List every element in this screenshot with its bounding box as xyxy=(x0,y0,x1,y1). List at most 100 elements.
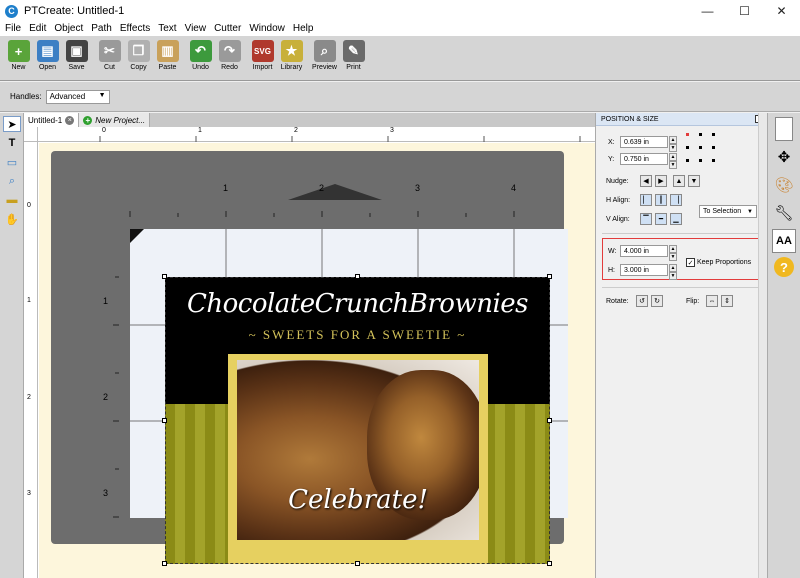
zoom-icon: ⌕ xyxy=(8,174,16,187)
text-icon: T xyxy=(8,137,16,149)
resize-handle[interactable] xyxy=(355,561,360,566)
vertical-ruler: 0 1 2 3 xyxy=(24,142,38,578)
mat-ruler-label: 4 xyxy=(511,183,517,193)
cut-button[interactable]: ✂ Cut xyxy=(95,36,124,78)
shape-icon: ▭ xyxy=(6,156,18,169)
menu-path[interactable]: Path xyxy=(87,23,116,35)
import-button[interactable]: SVG Import xyxy=(248,36,277,78)
menu-file[interactable]: File xyxy=(1,23,25,35)
tab-new-project[interactable]: + New Project... xyxy=(79,113,151,127)
width-stepper[interactable]: ▲ ▼ xyxy=(669,245,677,261)
print-icon: ✎ xyxy=(342,40,365,62)
nudge-right-button[interactable]: ▶ xyxy=(655,175,667,187)
options-bar: Handles: Advanced ▼ xyxy=(0,82,800,112)
paste-button[interactable]: ▥ Paste xyxy=(153,36,182,78)
align-center-v-button[interactable]: ━ xyxy=(655,213,667,225)
reference-point-grid[interactable] xyxy=(686,133,716,163)
wrench-icon[interactable]: 🔧︎ xyxy=(772,201,796,225)
window-title: PTCreate: Untitled-1 xyxy=(24,5,125,17)
help-icon[interactable]: ? xyxy=(774,257,794,277)
menu-text[interactable]: Text xyxy=(154,23,180,35)
align-left-button[interactable]: ▏ xyxy=(640,194,652,206)
mat-ruler-label: 2 xyxy=(319,183,325,193)
resize-handle[interactable] xyxy=(162,561,167,566)
save-icon: ▣ xyxy=(65,40,88,62)
rotate-left-button[interactable]: ↺ xyxy=(636,295,648,307)
page-icon[interactable] xyxy=(775,117,793,141)
resize-handle[interactable] xyxy=(547,418,552,423)
y-field[interactable]: 0.750 in xyxy=(620,153,668,165)
redo-button[interactable]: ↷ Redo xyxy=(215,36,244,78)
nudge-down-button[interactable]: ▼ xyxy=(688,175,700,187)
measure-tool[interactable]: ▬ xyxy=(3,192,21,208)
width-field[interactable]: 4.000 in xyxy=(620,245,668,257)
align-to-select[interactable]: To Selection ▼ xyxy=(699,205,757,218)
x-field[interactable]: 0.639 in xyxy=(620,136,668,148)
ruler-label: 3 xyxy=(390,127,394,134)
rotate-right-button[interactable]: ↻ xyxy=(651,295,663,307)
flip-horizontal-button[interactable]: ⇔ xyxy=(706,295,718,307)
canvas-area[interactable]: 0 1 2 3 0 1 2 3 1 2 3 4 1 2 3 ChocolateC… xyxy=(24,127,595,578)
flip-vertical-button[interactable]: ⇕ xyxy=(721,295,733,307)
shape-tool[interactable]: ▭ xyxy=(3,154,21,170)
menu-help[interactable]: Help xyxy=(289,23,318,35)
copy-icon: ❐ xyxy=(127,40,150,62)
save-button[interactable]: ▣ Save xyxy=(62,36,91,78)
pan-tool[interactable]: ✋ xyxy=(3,211,21,227)
open-icon: ▤ xyxy=(36,40,59,62)
maximize-button[interactable]: ☐ xyxy=(726,0,763,22)
y-stepper[interactable]: ▲ ▼ xyxy=(669,153,677,169)
ruler-label: 2 xyxy=(294,127,298,134)
align-right-button[interactable]: ▕ xyxy=(670,194,682,206)
menu-window[interactable]: Window xyxy=(245,23,289,35)
ruler-corner xyxy=(24,127,38,142)
select-tool[interactable]: ➤ xyxy=(3,116,21,132)
undo-button[interactable]: ↶ Undo xyxy=(186,36,215,78)
print-button[interactable]: ✎ Print xyxy=(339,36,368,78)
open-button[interactable]: ▤ Open xyxy=(33,36,62,78)
resize-handle[interactable] xyxy=(162,274,167,279)
new-button[interactable]: + New xyxy=(4,36,33,78)
align-bottom-button[interactable]: ▁ xyxy=(670,213,682,225)
design-artwork[interactable]: ChocolateCrunchBrownies ~ SWEETS FOR A S… xyxy=(165,277,550,564)
menu-view[interactable]: View xyxy=(181,23,211,35)
resize-handle[interactable] xyxy=(547,561,552,566)
mat-corner-marker xyxy=(130,229,144,243)
minimize-button[interactable]: — xyxy=(689,0,726,22)
text-size-icon[interactable]: AA xyxy=(772,229,796,253)
align-center-h-button[interactable]: ┃ xyxy=(655,194,667,206)
resize-handle[interactable] xyxy=(162,418,167,423)
tab-untitled-1[interactable]: Untitled-1 × xyxy=(24,113,80,127)
height-field[interactable]: 3.000 in xyxy=(620,264,668,276)
height-stepper[interactable]: ▲ ▼ xyxy=(669,264,677,280)
resize-handle[interactable] xyxy=(355,274,360,279)
handles-select[interactable]: Advanced ▼ xyxy=(45,89,110,104)
menu-effects[interactable]: Effects xyxy=(116,23,154,35)
copy-button[interactable]: ❐ Copy xyxy=(124,36,153,78)
mat-ruler-label: 3 xyxy=(415,183,421,193)
keep-proportions-checkbox[interactable]: ✓ xyxy=(686,258,695,267)
panel-scrollbar[interactable] xyxy=(758,113,767,578)
preview-button[interactable]: ⌕ Preview xyxy=(310,36,339,78)
nudge-left-button[interactable]: ◀ xyxy=(640,175,652,187)
x-stepper[interactable]: ▲ ▼ xyxy=(669,136,677,152)
close-tab-icon[interactable]: × xyxy=(65,115,75,125)
app-logo-icon: C xyxy=(5,4,18,18)
move-icon[interactable]: ✥ xyxy=(772,145,796,169)
text-tool[interactable]: T xyxy=(3,135,21,151)
library-button[interactable]: ★ Library xyxy=(277,36,306,78)
position-size-panel: POSITION & SIZE X: 0.639 in ▲ ▼ Y: 0.750 … xyxy=(595,113,767,578)
zoom-tool[interactable]: ⌕ xyxy=(3,173,21,189)
close-button[interactable]: ✕ xyxy=(763,0,800,22)
palette-icon[interactable]: 🎨︎ xyxy=(772,173,796,197)
keep-proportions[interactable]: ✓ Keep Proportions xyxy=(686,258,751,267)
menu-cutter[interactable]: Cutter xyxy=(210,23,245,35)
nudge-up-button[interactable]: ▲ xyxy=(673,175,685,187)
mat-ruler-label: 2 xyxy=(103,392,109,402)
ruler-icon: ▬ xyxy=(6,194,18,206)
align-top-button[interactable]: ▔ xyxy=(640,213,652,225)
y-row: Y: 0.750 in ▲ ▼ xyxy=(608,153,677,169)
resize-handle[interactable] xyxy=(547,274,552,279)
menu-edit[interactable]: Edit xyxy=(25,23,50,35)
menu-object[interactable]: Object xyxy=(50,23,87,35)
